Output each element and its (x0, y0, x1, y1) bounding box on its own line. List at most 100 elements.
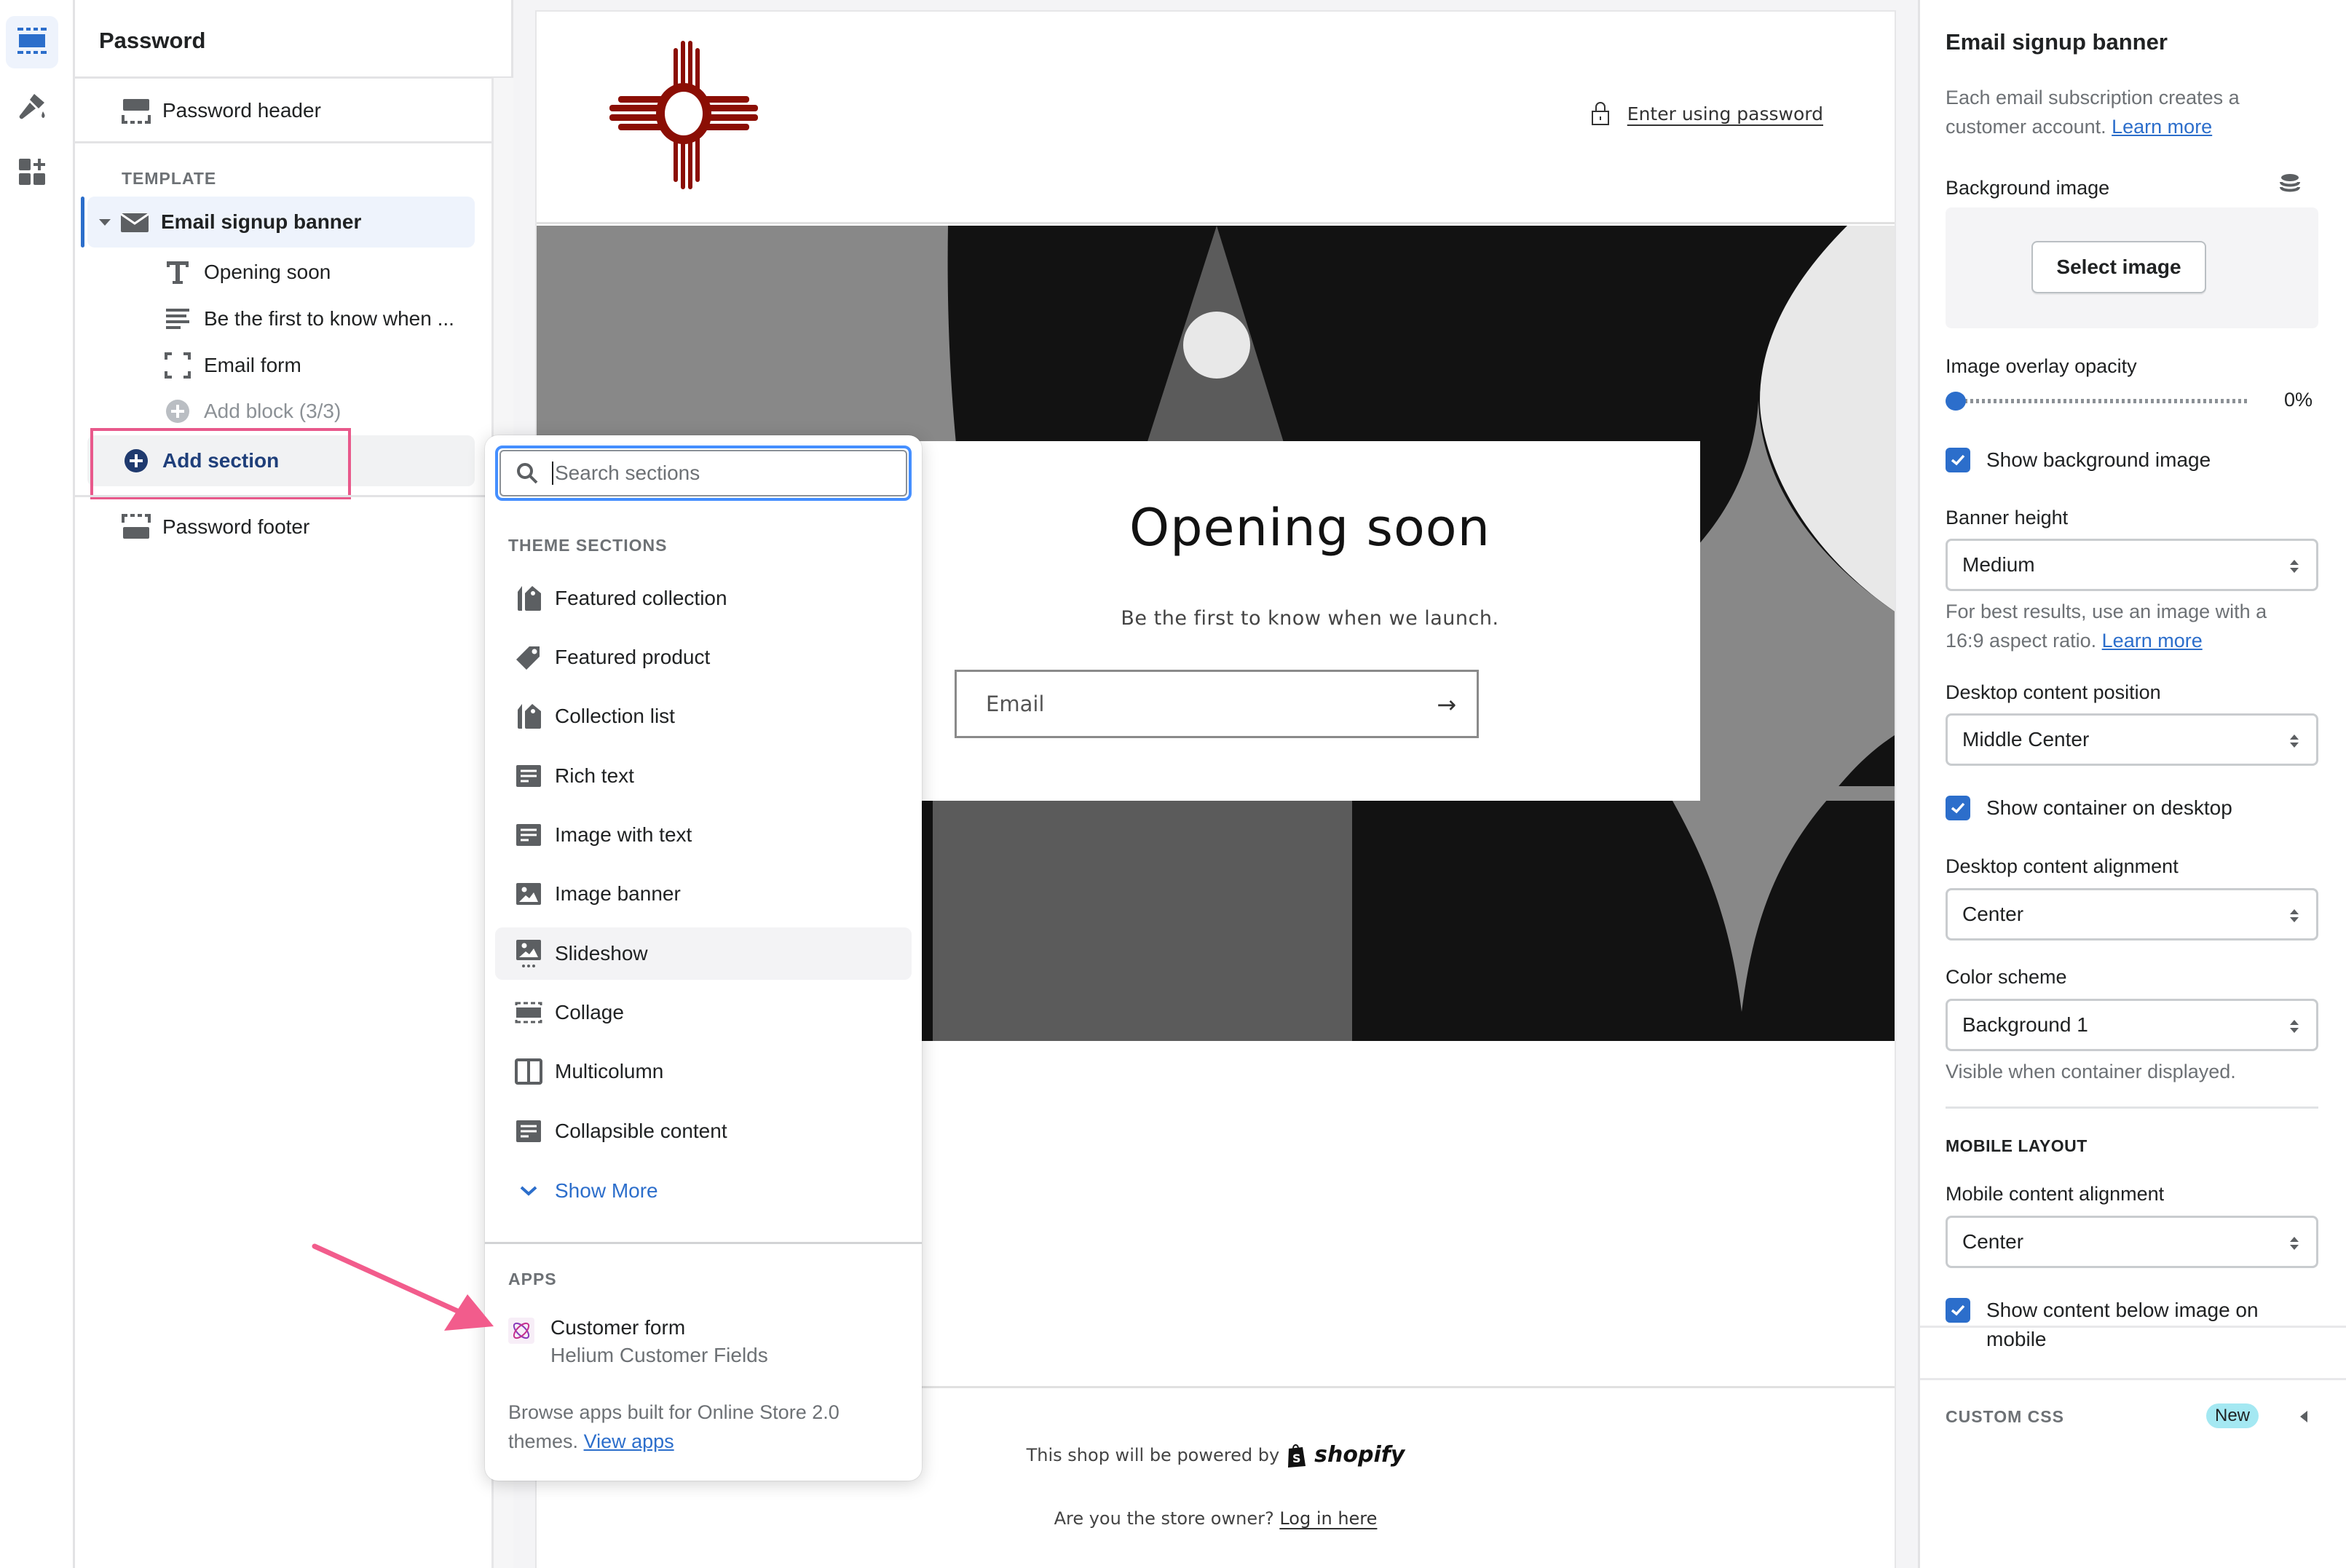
checkbox-label: Show container on desktop (1986, 796, 2232, 819)
enter-password-label: Enter using password (1627, 103, 1823, 124)
collapse-caret-icon[interactable] (98, 218, 111, 226)
block-paragraph[interactable]: Be the first to know when ... (163, 303, 454, 335)
caret-left-icon[interactable] (2299, 1409, 2309, 1428)
search-icon (516, 462, 539, 485)
popup-item-multicolumn[interactable]: Multicolumn (495, 1045, 912, 1098)
section-label: Email signup banner (161, 210, 362, 233)
checkbox-label: Show content below image on mobile (1986, 1299, 2259, 1350)
store-header: Enter using password (537, 12, 1895, 224)
section-password-header[interactable]: Password header (122, 95, 321, 127)
popup-item-collection-list[interactable]: Collection list (495, 690, 912, 743)
show-more-button[interactable]: Show More (495, 1165, 912, 1217)
popup-item-collapsible-content[interactable]: Collapsible content (495, 1105, 912, 1157)
collection-tags-icon (514, 702, 543, 731)
popup-divider (485, 1242, 922, 1244)
section-password-footer[interactable]: Password footer (122, 511, 309, 543)
custom-css-label[interactable]: CUSTOM CSS (1946, 1407, 2064, 1427)
divider (75, 76, 513, 79)
store-owner-text: Are you the store owner? Log in here (537, 1508, 1895, 1529)
product-tag-icon (514, 643, 543, 672)
helium-app-icon (508, 1318, 534, 1344)
hero-moon (1183, 312, 1250, 379)
show-background-image-checkbox[interactable]: Show background image (1946, 446, 2211, 475)
show-content-below-checkbox[interactable]: Show content below image on mobile (1946, 1296, 2295, 1354)
search-sections-input[interactable] (552, 462, 872, 485)
shopify-wordmark: shopify (1314, 1442, 1405, 1468)
section-label: Password header (162, 99, 321, 122)
popup-item-image-with-text[interactable]: Image with text (495, 809, 912, 861)
block-opening-soon[interactable]: Opening soon (163, 256, 331, 288)
panel-title: Password (99, 28, 206, 53)
paintbrush-icon (17, 91, 47, 125)
popup-item-customer-form[interactable]: Customer form Helium Customer Fields (508, 1316, 768, 1367)
collage-icon (514, 998, 543, 1027)
image-picker: Select image (1946, 207, 2318, 328)
view-apps-link[interactable]: View apps (584, 1430, 674, 1452)
zia-sun-logo[interactable] (609, 41, 758, 193)
item-label: Collapsible content (555, 1120, 727, 1142)
footer-section-icon (122, 512, 151, 542)
overlay-opacity-slider[interactable] (1946, 392, 2266, 411)
image-icon (514, 879, 543, 908)
popup-item-rich-text[interactable]: Rich text (495, 750, 912, 802)
add-block-button[interactable]: Add block (3/3) (163, 395, 341, 427)
popup-item-featured-product[interactable]: Featured product (495, 631, 912, 684)
select-value: Center (1962, 903, 2024, 925)
store-owner-label: Are you the store owner? (1054, 1508, 1274, 1529)
learn-more-link[interactable]: Learn more (2112, 116, 2212, 138)
sections-button[interactable] (6, 16, 58, 68)
select-value: Background 1 (1962, 1013, 2088, 1036)
popup-item-featured-collection[interactable]: Featured collection (495, 572, 912, 625)
divider (1920, 1378, 2346, 1380)
checkbox-checked-icon[interactable] (1946, 448, 1970, 472)
learn-more-link[interactable]: Learn more (2102, 630, 2203, 652)
banner-height-select[interactable]: Medium (1946, 539, 2318, 591)
powered-by-label: This shop will be powered by (1026, 1444, 1280, 1465)
mobile-alignment-select[interactable]: Center (1946, 1216, 2318, 1268)
highlight-annotation-box (90, 428, 351, 499)
text-block-icon (514, 820, 543, 850)
item-label: Collection list (555, 705, 675, 727)
desktop-alignment-label: Desktop content alignment (1946, 855, 2179, 877)
section-email-signup-banner[interactable]: Email signup banner (98, 206, 361, 238)
select-value: Middle Center (1962, 728, 2090, 751)
overlay-opacity-value: 0% (2284, 389, 2313, 411)
popup-item-collage[interactable]: Collage (495, 986, 912, 1039)
email-form-icon (163, 351, 192, 380)
add-section-popover: THEME SECTIONS Featured collection Featu… (485, 435, 922, 1481)
color-scheme-hint: Visible when container displayed. (1946, 1061, 2236, 1082)
item-label: Rich text (555, 764, 634, 787)
app-embeds-button[interactable] (6, 147, 58, 199)
show-container-checkbox[interactable]: Show container on desktop (1946, 793, 2232, 823)
login-link[interactable]: Log in here (1279, 1508, 1377, 1529)
desktop-alignment-select[interactable]: Center (1946, 888, 2318, 941)
slider-thumb[interactable] (1946, 392, 1966, 411)
block-email-form[interactable]: Email form (163, 349, 301, 381)
divider (1920, 1326, 2346, 1328)
item-label: Featured collection (555, 587, 727, 609)
apps-label: APPS (508, 1270, 557, 1288)
color-scheme-select[interactable]: Background 1 (1946, 999, 2318, 1051)
dynamic-source-icon[interactable] (2280, 173, 2300, 197)
item-label: Image banner (555, 882, 681, 905)
email-placeholder: Email (986, 692, 1045, 716)
template-label: TEMPLATE (122, 169, 217, 188)
desktop-position-select[interactable]: Middle Center (1946, 713, 2318, 766)
item-label: Featured product (555, 646, 711, 668)
email-input[interactable]: Email → (955, 670, 1479, 738)
header-section-icon (122, 96, 151, 125)
theme-settings-button[interactable] (6, 82, 58, 134)
select-image-button[interactable]: Select image (2031, 241, 2206, 293)
popup-item-slideshow[interactable]: Slideshow (495, 927, 912, 980)
search-sections-field[interactable] (495, 446, 912, 501)
submit-arrow-icon[interactable]: → (1437, 691, 1456, 718)
hero-shape-block-dark (1352, 801, 1895, 1041)
block-label: Email form (204, 354, 301, 376)
checkbox-checked-icon[interactable] (1946, 1298, 1970, 1323)
enter-password-link[interactable]: Enter using password (1591, 101, 1823, 126)
checkbox-checked-icon[interactable] (1946, 796, 1970, 820)
settings-title: Email signup banner (1946, 29, 2168, 55)
popup-item-image-banner[interactable]: Image banner (495, 868, 912, 920)
checkbox-label: Show background image (1986, 448, 2211, 471)
plus-circle-icon (163, 397, 192, 426)
